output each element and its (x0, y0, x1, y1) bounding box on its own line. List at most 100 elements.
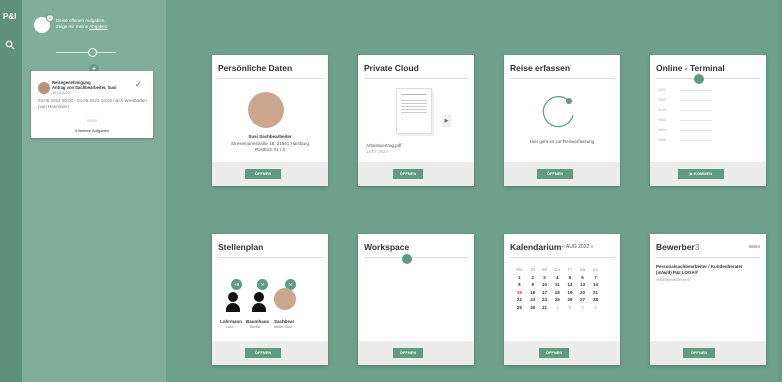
sidebar (22, 0, 166, 382)
month-nav: « AUG 2022 » (562, 244, 593, 250)
calendar-day[interactable]: 28 (589, 296, 602, 304)
tasks-count-badge: 2 (46, 14, 54, 22)
calendar-day[interactable]: 13 (576, 281, 589, 289)
task-sub: 00000 (87, 119, 97, 123)
weekday-label: Fr (567, 267, 573, 273)
calendar-day[interactable]: 18 (550, 289, 564, 297)
calendar-day[interactable]: 2 (527, 274, 539, 282)
card-online-terminal: Online - Terminal 0022 0033 11:40 0033 0… (650, 55, 766, 186)
open-button[interactable]: ÖFFNEN (393, 169, 423, 179)
calendar-day[interactable]: 24 (539, 296, 551, 304)
calendar-day[interactable]: 3 (539, 274, 551, 282)
more-tasks-link[interactable]: 4 weitere Aufgaben (31, 128, 153, 133)
count-badge[interactable]: +8 (231, 279, 242, 290)
calendar-day[interactable]: 12 (564, 281, 576, 289)
divider (510, 78, 614, 79)
clock-in-button[interactable]: ▶ KOMMEN (678, 169, 724, 179)
calendar-day[interactable]: 3 (576, 304, 589, 312)
calendar-day[interactable]: 25 (550, 296, 564, 304)
person-address: Stresemannstraße 18, 21561 Hamburg (230, 141, 310, 146)
open-button[interactable]: ÖFFNEN (245, 348, 281, 358)
workspace-indicator-icon[interactable] (402, 254, 412, 264)
calendar-day[interactable]: 4 (589, 304, 602, 312)
calendar-day[interactable]: 29 (512, 304, 527, 312)
calendar-day[interactable]: 17 (539, 289, 551, 297)
weekday-label: Di (530, 267, 535, 273)
calendar-day[interactable]: 1 (512, 274, 527, 282)
task-title-line2: Antrag von Sachbearbeiter, Susi (52, 85, 117, 91)
job-subtitle: Hilfsmittelundefined (656, 278, 690, 282)
calendar-day[interactable]: 8 (512, 281, 527, 289)
calendar-day[interactable]: 6 (576, 274, 589, 282)
calendar-day[interactable]: 19 (564, 289, 576, 297)
divider (218, 78, 322, 79)
card-personal-data: Persönliche Daten Susi Sachbearbeiter St… (212, 55, 328, 186)
document-thumbnail[interactable] (396, 88, 432, 134)
person-silhouette[interactable] (252, 292, 266, 312)
tasks-notice: Deine offenen Aufgaben. Zeige mir meine … (56, 18, 107, 30)
app-logo[interactable]: P&I (3, 12, 16, 21)
prev-month-icon[interactable]: « (562, 244, 565, 250)
person-silhouette[interactable] (226, 292, 240, 312)
terminal-row-bar (680, 120, 712, 121)
calendar-day[interactable]: 5 (564, 274, 576, 282)
calendar-day[interactable]: 9 (527, 281, 539, 289)
open-button[interactable]: ÖFFNEN (245, 169, 281, 179)
terminal-row-bar (680, 100, 712, 101)
calendar-day[interactable]: 7 (589, 274, 602, 282)
card-org-chart: Stellenplan +8 ✉ ✉ Lohrmann Baumhaus Sac… (212, 234, 328, 365)
job-title[interactable]: Personalsachbearbeiter / Kundenberater (… (656, 264, 756, 276)
person-first-name: Bertia (250, 325, 260, 329)
weekday-label: Mi (542, 267, 547, 273)
person-name: Baumhaus (246, 319, 270, 324)
calendar-day[interactable]: 2 (564, 304, 576, 312)
calendar-day[interactable]: 26 (564, 296, 576, 304)
calendar-day[interactable]: 30 (527, 304, 539, 312)
calendar-day[interactable]: 10 (539, 281, 551, 289)
calendar-day[interactable]: 27 (576, 296, 589, 304)
person-first-name: beiter Susi (274, 325, 292, 329)
calendar-day[interactable]: 14 (589, 281, 602, 289)
calendar-day[interactable]: 16 (527, 289, 539, 297)
terminal-row: 11:40 (658, 108, 667, 112)
card-travel: Reise erfassen Hier geht es zur Reiseerf… (504, 55, 620, 186)
open-button[interactable]: ÖFFNEN (393, 348, 423, 358)
calendar-day[interactable]: 1 (550, 304, 564, 312)
mail-icon[interactable]: ✉ (257, 279, 268, 290)
open-button[interactable]: ÖFFNEN (683, 348, 715, 358)
next-arrow-icon[interactable]: ▶ (442, 115, 451, 127)
card-title: Workspace (364, 242, 410, 252)
timeline-dot[interactable] (88, 48, 97, 57)
calendar-day[interactable]: 20 (576, 289, 589, 297)
card-title: Reise erfassen (510, 63, 571, 73)
next-month-icon[interactable]: » (591, 244, 594, 250)
search-icon[interactable] (5, 40, 15, 50)
calendar-day[interactable]: 15 (512, 289, 527, 297)
person-phone: Postfach 01 / 5 (254, 147, 286, 152)
left-rail: P&I (0, 0, 22, 382)
calendar-day[interactable]: 31 (539, 304, 551, 312)
tasks-notice-link[interactable]: Abgaben (89, 24, 107, 29)
weekday-label: Sa (579, 267, 586, 273)
card-private-cloud: Private Cloud ▶ Arbeitsvertrag.pdf 11.07… (358, 55, 474, 186)
open-button[interactable]: ÖFFNEN (539, 348, 569, 358)
divider (510, 257, 614, 258)
calendar-day[interactable]: 4 (550, 274, 564, 282)
clock-icon (694, 74, 704, 84)
terminal-row: 0033 (658, 98, 666, 102)
divider (364, 78, 468, 79)
calendar-day[interactable]: 22 (512, 296, 527, 304)
month-label: AUG 2022 (565, 244, 590, 250)
applicants-tag[interactable]: Intern (748, 244, 760, 249)
calendar-day[interactable]: 11 (550, 281, 564, 289)
check-icon[interactable]: ✓ (135, 80, 142, 89)
open-button[interactable]: ÖFFNEN (537, 169, 573, 179)
calendar-day[interactable]: 21 (589, 289, 602, 297)
card-title: Stellenplan (218, 242, 264, 252)
applicants-title: Bewerber (656, 242, 695, 252)
file-name[interactable]: Arbeitsvertrag.pdf (366, 143, 474, 149)
calendar-day[interactable]: 23 (527, 296, 539, 304)
avatar[interactable] (274, 288, 296, 310)
terminal-row-bar (680, 110, 712, 111)
task-card[interactable]: Reisegenehmigung Antrag von Sachbearbeit… (31, 71, 153, 138)
